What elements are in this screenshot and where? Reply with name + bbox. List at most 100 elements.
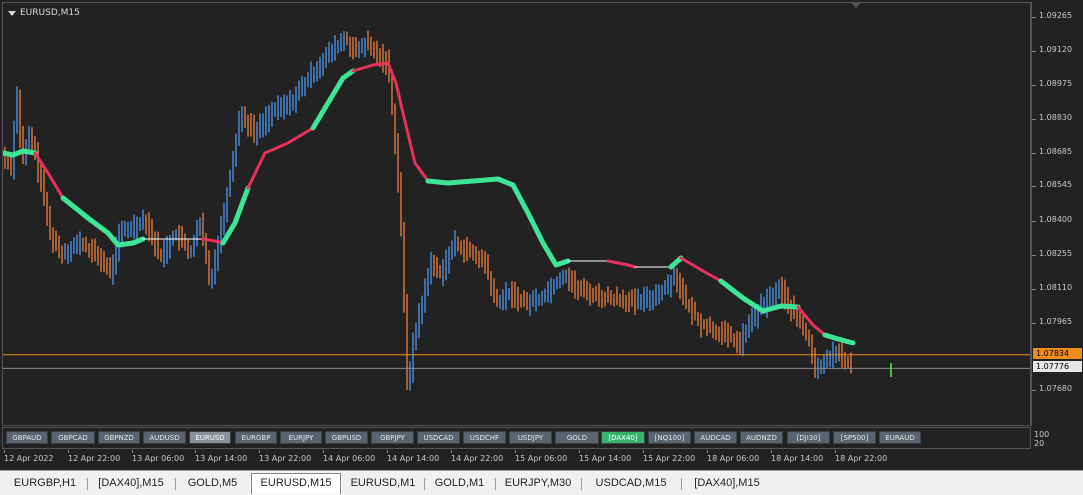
- time-label: 15 Apr 06:00: [515, 454, 568, 463]
- chart-tab[interactable]: EURGBP,H1: [4, 474, 86, 493]
- chart-shift-marker-icon[interactable]: [851, 3, 861, 8]
- chart-tab[interactable]: EURUSD,M1: [343, 474, 423, 493]
- moving-average-down-segment: [351, 61, 430, 183]
- symbol-button[interactable]: USDJPY: [509, 431, 552, 444]
- chart-tab[interactable]: EURJPY,M30: [496, 474, 580, 493]
- symbol-button[interactable]: GBPAUD: [6, 431, 48, 444]
- time-tick: [451, 450, 452, 453]
- dropdown-triangle-icon[interactable]: [8, 10, 16, 16]
- time-tick: [707, 450, 708, 453]
- time-tick: [387, 450, 388, 453]
- subwindow-scale-top: 100: [1034, 430, 1050, 439]
- time-label: 12 Apr 22:00: [68, 454, 121, 463]
- moving-average-down-segment: [679, 256, 723, 283]
- moving-average-down-segment: [246, 126, 315, 190]
- price-label: 1.09265: [1039, 11, 1073, 20]
- symbol-button[interactable]: GBPJPY: [371, 431, 414, 444]
- chart-tab[interactable]: USDCAD,M15: [582, 474, 680, 493]
- time-label: 15 Apr 14:00: [579, 454, 632, 463]
- chart-tab[interactable]: [DAX40],M15: [682, 474, 772, 493]
- bid-price-tag: 1.07834: [1033, 347, 1082, 359]
- moving-average-up-segment: [668, 255, 684, 270]
- subwindow-scale: 100 20: [1034, 430, 1049, 448]
- moving-average-up-segment: [310, 68, 356, 131]
- moving-average-up-segment: [3, 148, 38, 158]
- chart-tab[interactable]: EURUSD,M15: [251, 473, 341, 494]
- price-axis[interactable]: 1.09265 1.09120 1.08975 1.08830 1.08685 1.085…: [1031, 2, 1083, 426]
- symbol-switch-panel: GBPAUD GBPCAD GBPNZD AUDUSD EURUSD EURGBP EURJ…: [2, 427, 1031, 449]
- symbol-button[interactable]: AUDNZD: [740, 431, 783, 444]
- symbol-button[interactable]: [DAX40]: [601, 431, 645, 444]
- price-tick: [1032, 17, 1036, 18]
- symbol-button[interactable]: [DJI30]: [787, 431, 830, 444]
- price-tick: [1032, 254, 1036, 256]
- price-tick: [1032, 119, 1036, 121]
- time-tick: [771, 450, 772, 453]
- symbol-button[interactable]: GBPCAD: [51, 431, 95, 444]
- time-label: 13 Apr 22:00: [259, 454, 312, 463]
- symbol-button[interactable]: GOLD: [555, 431, 599, 444]
- chart-tab[interactable]: [DAX40],M15: [88, 474, 174, 493]
- price-chart-plot[interactable]: EURUSD,M15: [2, 2, 1031, 426]
- price-label: 1.08685: [1039, 147, 1073, 157]
- time-label: 14 Apr 22:00: [451, 454, 504, 463]
- chart-window[interactable]: EURUSD,M15 1.09265 1.09120 1.08975 1.08830 1…: [0, 0, 1083, 470]
- time-label: 18 Apr 14:00: [771, 454, 824, 463]
- symbol-button[interactable]: [SP500]: [833, 431, 876, 444]
- time-tick: [195, 450, 196, 453]
- time-tick: [579, 450, 580, 453]
- price-tick: [1032, 85, 1036, 87]
- price-label: 1.08545: [1039, 180, 1073, 190]
- time-label: 13 Apr 06:00: [132, 454, 185, 463]
- symbol-button[interactable]: GBPUSD: [325, 431, 368, 444]
- price-tick: [1032, 322, 1036, 324]
- time-tick: [4, 450, 5, 453]
- symbol-button[interactable]: AUDUSD: [143, 431, 186, 444]
- moving-average-up-segment: [822, 332, 856, 346]
- chart-title: EURUSD,M15: [8, 8, 80, 18]
- time-label: 18 Apr 22:00: [835, 454, 888, 463]
- ask-price-tag: 1.07776: [1033, 361, 1082, 373]
- price-label: 1.07680: [1039, 384, 1073, 393]
- symbol-button[interactable]: [NQ100]: [648, 431, 691, 444]
- symbol-button[interactable]: EURAUD: [879, 431, 921, 444]
- price-label: 1.08255: [1039, 248, 1073, 258]
- time-tick: [515, 450, 516, 453]
- time-tick: [835, 450, 836, 453]
- symbol-button[interactable]: EURGBP: [235, 431, 277, 444]
- moving-average-down-segment: [33, 151, 65, 200]
- time-label: 18 Apr 06:00: [707, 454, 760, 463]
- chart-tab[interactable]: GOLD,M1: [425, 474, 494, 493]
- symbol-button[interactable]: USDCHF: [463, 431, 506, 444]
- symbol-button[interactable]: EURJPY: [280, 431, 322, 444]
- symbol-button[interactable]: AUDCAD: [694, 431, 737, 444]
- price-label: 1.08830: [1039, 113, 1073, 123]
- chart-title-text: EURUSD,M15: [20, 8, 80, 18]
- moving-average-down-segment: [796, 305, 827, 337]
- time-axis: 12 Apr 2022 12 Apr 22:00 13 Apr 06:00 13 Ap…: [0, 450, 1083, 468]
- time-label: 15 Apr 22:00: [643, 454, 696, 463]
- candlestick-chart-svg[interactable]: [3, 3, 1031, 426]
- price-label: 1.09120: [1039, 45, 1073, 55]
- price-label: 1.08975: [1039, 79, 1073, 89]
- time-label: 14 Apr 14:00: [387, 454, 440, 463]
- time-tick: [259, 450, 260, 453]
- price-tick: [1032, 288, 1036, 290]
- time-tick: [132, 450, 133, 453]
- time-tick: [68, 450, 69, 453]
- symbol-button[interactable]: GBPNZD: [98, 431, 140, 444]
- price-tick: [1032, 153, 1036, 155]
- moving-average-up-segment: [718, 278, 801, 314]
- price-label: 1.08110: [1039, 282, 1073, 292]
- price-label: 1.08400: [1039, 214, 1073, 224]
- price-tick: [1032, 186, 1036, 188]
- subwindow-scale-bottom: 20: [1034, 439, 1045, 448]
- chart-tab[interactable]: GOLD,M5: [176, 474, 249, 493]
- price-tick: [1032, 390, 1036, 391]
- symbol-button[interactable]: EURUSD: [189, 431, 231, 444]
- time-label: 14 Apr 06:00: [323, 454, 376, 463]
- price-tick: [1032, 220, 1036, 222]
- symbol-button[interactable]: USDCAD: [417, 431, 460, 444]
- time-label: 13 Apr 14:00: [195, 454, 248, 463]
- chart-tab-bar: EURGBP,H1 [DAX40],M15 GOLD,M5 EURUSD,M15 EUR…: [0, 470, 1083, 495]
